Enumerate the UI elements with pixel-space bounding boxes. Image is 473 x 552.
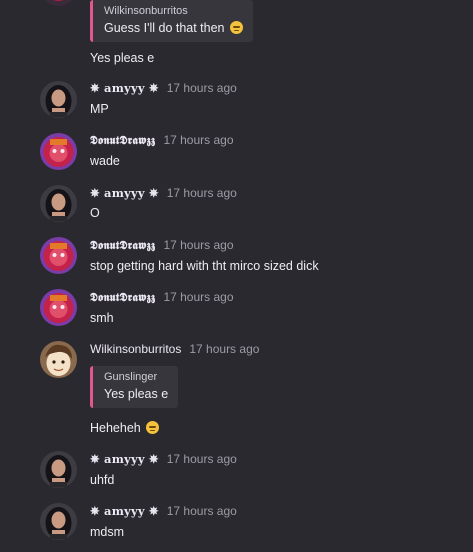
message-header: ✵ 𝐚𝐦𝐲𝐲𝐲 ✵ 17 hours ago xyxy=(90,80,237,96)
username[interactable]: Wilkinsonburritos xyxy=(90,342,181,356)
message-text: Yes pleas e xyxy=(90,51,155,65)
message-header: ✵ 𝐚𝐦𝐲𝐲𝐲 ✵ 17 hours ago xyxy=(90,503,237,519)
message-text: MP xyxy=(90,102,109,116)
avatar[interactable] xyxy=(40,237,77,274)
username[interactable]: ✵ 𝐚𝐦𝐲𝐲𝐲 ✵ xyxy=(90,452,159,466)
timestamp: 17 hours ago xyxy=(166,81,237,95)
quote-username: Wilkinsonburritos xyxy=(104,5,188,17)
message-text: Heheheh xyxy=(90,421,160,435)
username[interactable]: 𝕯𝖔𝖓𝖚𝖙𝕯𝖗𝖆𝖜𝖟𝖟 xyxy=(90,290,155,305)
message-header: ✵ 𝐚𝐦𝐲𝐲𝐲 ✵ 17 hours ago xyxy=(90,185,237,201)
avatar[interactable] xyxy=(40,81,77,118)
avatar[interactable] xyxy=(40,133,77,170)
smirk-emoji xyxy=(146,421,160,434)
avatar[interactable] xyxy=(40,503,77,540)
quote-text: Guess I'll do that then xyxy=(104,19,243,37)
timestamp: 17 hours ago xyxy=(163,133,234,147)
username[interactable]: ✵ 𝐚𝐦𝐲𝐲𝐲 ✵ xyxy=(90,504,159,518)
message-text: stop getting hard with tht mirco sized d… xyxy=(90,259,319,273)
reply-quote[interactable]: Wilkinsonburritos Guess I'll do that the… xyxy=(90,0,253,42)
username[interactable]: ✵ 𝐚𝐦𝐲𝐲𝐲 ✵ xyxy=(90,81,159,95)
quote-text: Yes pleas e xyxy=(104,387,169,401)
message-header: Wilkinsonburritos 17 hours ago xyxy=(90,341,259,357)
reply-quote[interactable]: Gunslinger Yes pleas e xyxy=(90,366,179,408)
avatar[interactable] xyxy=(40,341,77,378)
avatar[interactable] xyxy=(40,185,77,222)
message-text: smh xyxy=(90,311,114,325)
username[interactable]: 𝕯𝖔𝖓𝖚𝖙𝕯𝖗𝖆𝖜𝖟𝖟 xyxy=(90,133,155,148)
smirk-emoji xyxy=(230,21,243,34)
timestamp: 17 hours ago xyxy=(189,342,260,356)
message-header: 𝕯𝖔𝖓𝖚𝖙𝕯𝖗𝖆𝖜𝖟𝖟 17 hours ago xyxy=(90,237,234,253)
quote-username: Gunslinger xyxy=(104,371,158,383)
message-text: uhfd xyxy=(90,473,115,487)
message-text: mdsm xyxy=(90,525,125,539)
message-header: 𝕯𝖔𝖓𝖚𝖙𝕯𝖗𝖆𝖜𝖟𝖟 17 hours ago xyxy=(90,289,234,305)
timestamp: 17 hours ago xyxy=(163,290,234,304)
chat-feed: Wilkinsonburritos Guess I'll do that the… xyxy=(0,0,473,552)
timestamp: 17 hours ago xyxy=(166,452,237,466)
timestamp: 17 hours ago xyxy=(166,504,237,518)
username[interactable]: 𝕯𝖔𝖓𝖚𝖙𝕯𝖗𝖆𝖜𝖟𝖟 xyxy=(90,238,155,253)
message-text: O xyxy=(90,206,100,220)
avatar[interactable] xyxy=(40,451,77,488)
timestamp: 17 hours ago xyxy=(163,238,234,252)
message-header: 𝕯𝖔𝖓𝖚𝖙𝕯𝖗𝖆𝖜𝖟𝖟 17 hours ago xyxy=(90,132,234,148)
avatar[interactable] xyxy=(40,289,77,326)
avatar[interactable] xyxy=(40,0,77,6)
timestamp: 17 hours ago xyxy=(166,186,237,200)
message-header: ✵ 𝐚𝐦𝐲𝐲𝐲 ✵ 17 hours ago xyxy=(90,451,237,467)
username[interactable]: ✵ 𝐚𝐦𝐲𝐲𝐲 ✵ xyxy=(90,186,159,200)
message-text: wade xyxy=(90,154,120,168)
